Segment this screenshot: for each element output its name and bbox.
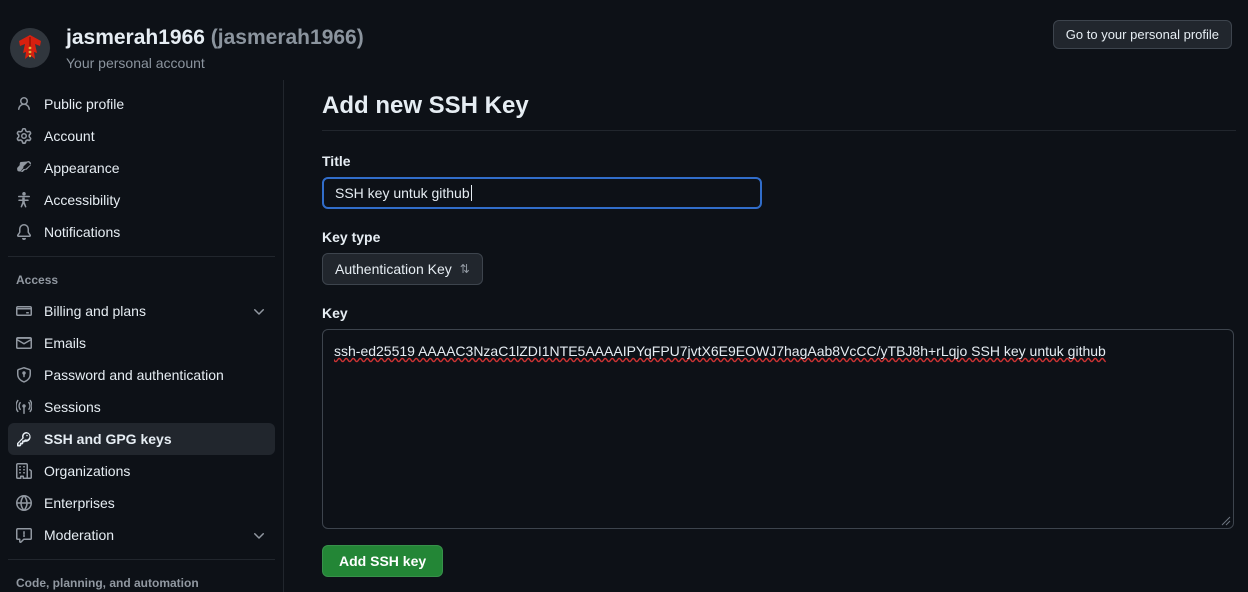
accessibility-icon <box>18 192 30 208</box>
chevron-down-icon[interactable] <box>251 303 267 319</box>
go-to-personal-profile-button[interactable]: Go to your personal profile <box>1052 20 1232 49</box>
add-ssh-key-button[interactable]: Add SSH key <box>322 545 444 577</box>
settings-page: jasmerah1966 (jasmerah1966) Your persona… <box>0 0 1248 592</box>
sidebar-section-code-planning-label: Code, planning, and automation <box>16 576 199 590</box>
sidebar-item-label: SSH and GPG keys <box>44 431 172 447</box>
sidebar-item-appearance[interactable]: Appearance <box>8 152 275 184</box>
page-title: Add new SSH Key <box>322 92 529 119</box>
sidebar-item-label: Sessions <box>44 399 101 415</box>
bell-icon <box>16 224 31 240</box>
sidebar-item-moderation[interactable]: Moderation <box>8 519 275 551</box>
key-icon <box>17 432 31 447</box>
broadcast-icon <box>16 399 32 414</box>
shield-lock-icon <box>17 367 31 383</box>
sidebar-item-label: Billing and plans <box>44 303 146 319</box>
sidebar-item-accessibility[interactable]: Accessibility <box>8 184 275 216</box>
title-input[interactable]: SSH key untuk github <box>322 177 762 209</box>
sidebar-item-label: Emails <box>44 335 87 351</box>
sidebar-item-notifications[interactable]: Notifications <box>8 216 275 248</box>
account-username: jasmerah1966 <box>66 26 205 50</box>
gear-icon <box>16 128 32 144</box>
sidebar-item-label: Accessibility <box>44 192 121 208</box>
title-divider <box>322 130 1236 131</box>
text-caret <box>470 185 472 201</box>
sidebar-item-label: Notifications <box>44 224 121 240</box>
chevron-down-icon[interactable] <box>251 527 267 543</box>
sidebar-divider-2 <box>8 559 275 560</box>
sidebar-item-password-and-authentication[interactable]: Password and authentication <box>8 359 275 391</box>
key-type-selected-value: Authentication Key <box>335 261 452 277</box>
sidebar-item-label: Account <box>44 128 95 144</box>
sidebar-divider <box>8 256 275 257</box>
key-textarea-value: ssh-ed25519 AAAAC3NzaC1lZDI1NTE5AAAAIPYq… <box>334 343 1106 359</box>
credit-card-icon <box>16 306 32 316</box>
sidebar-item-emails[interactable]: Emails <box>8 327 275 359</box>
mail-icon <box>16 337 32 349</box>
sidebar-item-sessions[interactable]: Sessions <box>8 391 275 423</box>
sidebar-item-label: Password and authentication <box>44 367 224 383</box>
key-textarea[interactable]: ssh-ed25519 AAAAC3NzaC1lZDI1NTE5AAAAIPYq… <box>322 329 1234 529</box>
sidebar-section-access-label: Access <box>16 273 59 287</box>
paintbrush-icon <box>17 161 31 172</box>
sidebar-item-ssh-and-gpg-keys[interactable]: SSH and GPG keys <box>8 423 275 455</box>
key-type-select[interactable]: Authentication Key ⇅ <box>322 253 483 285</box>
sidebar-item-label: Enterprises <box>44 495 115 511</box>
person-icon <box>18 97 30 111</box>
settings-sidebar: Public profile Account Appearance Access… <box>0 80 284 592</box>
sidebar-item-label: Appearance <box>44 160 120 176</box>
sidebar-item-label: Organizations <box>44 463 131 479</box>
eagle-emblem-avatar <box>10 28 50 68</box>
globe-icon <box>16 495 32 511</box>
account-header: jasmerah1966 (jasmerah1966) Your persona… <box>0 0 1248 80</box>
sidebar-item-account[interactable]: Account <box>8 120 275 152</box>
sidebar-item-enterprises[interactable]: Enterprises <box>8 487 275 519</box>
sidebar-item-public-profile[interactable]: Public profile <box>8 88 275 120</box>
main-content: Add new SSH Key Title SSH key untuk gith… <box>284 80 1248 592</box>
sidebar-item-organizations[interactable]: Organizations <box>8 455 275 487</box>
avatar[interactable] <box>10 28 50 68</box>
account-info: jasmerah1966 (jasmerah1966) Your persona… <box>66 25 1053 70</box>
account-name-line: jasmerah1966 (jasmerah1966) <box>66 25 1053 51</box>
page-body: Public profile Account Appearance Access… <box>0 80 1248 592</box>
report-icon <box>16 528 32 543</box>
title-field-label: Title <box>322 153 351 169</box>
chevron-updown-icon: ⇅ <box>459 262 470 276</box>
resize-grip-icon[interactable] <box>1219 514 1231 526</box>
sidebar-item-label: Public profile <box>44 96 125 112</box>
account-handle: (jasmerah1966) <box>210 26 364 50</box>
title-input-value: SSH key untuk github <box>335 185 470 201</box>
account-subtitle: Your personal account <box>66 54 205 71</box>
sidebar-item-billing-and-plans[interactable]: Billing and plans <box>8 295 275 327</box>
organization-icon <box>16 463 32 479</box>
key-field-label: Key <box>322 305 348 321</box>
key-type-field-label: Key type <box>322 229 381 245</box>
sidebar-item-label: Moderation <box>44 527 115 543</box>
